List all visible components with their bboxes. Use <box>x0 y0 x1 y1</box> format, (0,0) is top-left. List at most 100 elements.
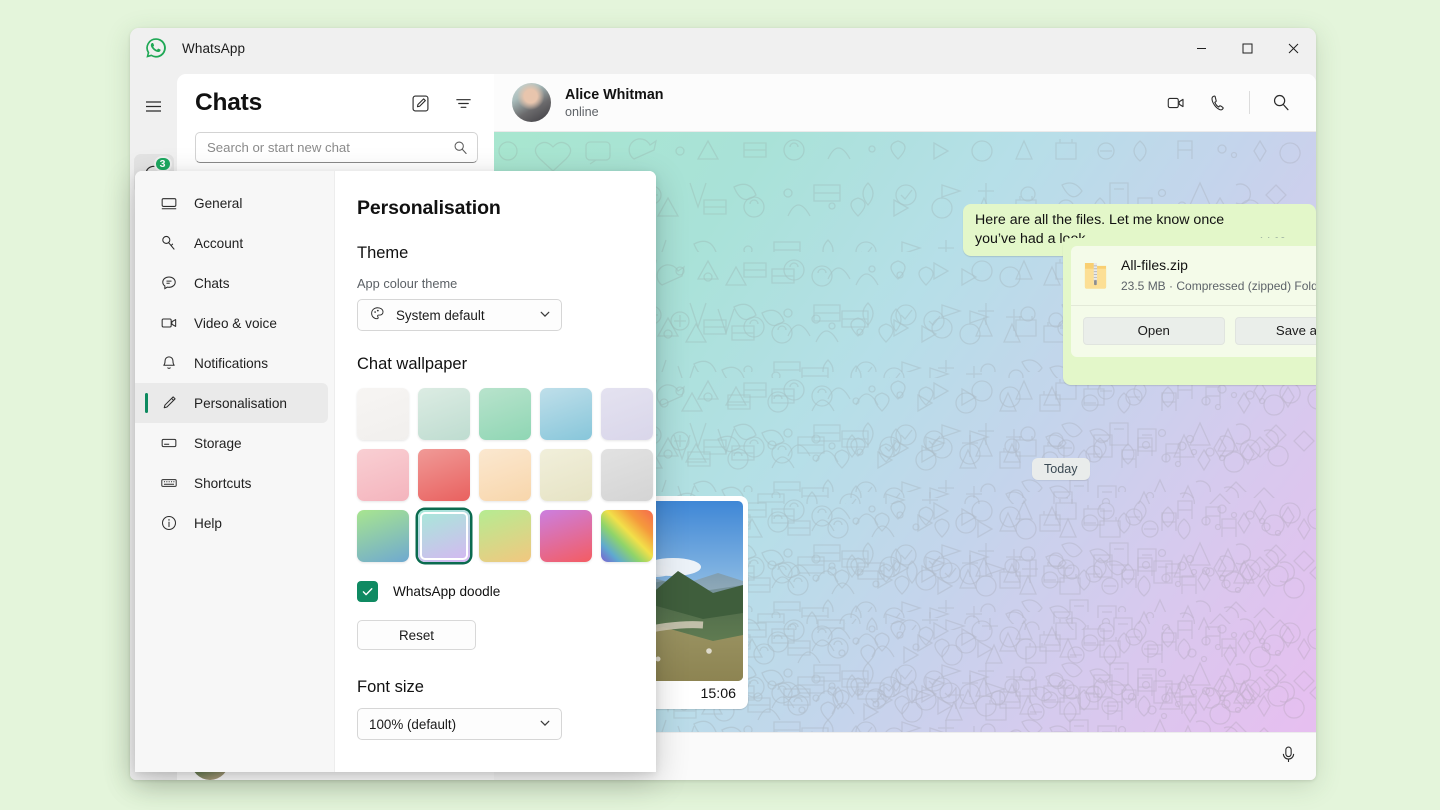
file-message-bubble: All-files.zip 23.5 MB · Compressed (zipp… <box>1063 238 1316 385</box>
wallpaper-swatch-light-grey[interactable] <box>601 449 653 501</box>
sidebar-item-personalisation[interactable]: Personalisation <box>135 383 328 423</box>
drive-icon <box>159 433 179 453</box>
search-icon <box>453 140 468 155</box>
chevron-down-icon <box>539 308 551 323</box>
wallpaper-swatch-green-blue[interactable] <box>357 510 409 562</box>
wallpaper-swatch-lavender[interactable] <box>601 388 653 440</box>
sidebar-item-label: Shortcuts <box>194 476 251 491</box>
font-size-dropdown[interactable]: 100% (default) <box>357 708 562 740</box>
whatsapp-logo-icon <box>144 36 168 60</box>
minimize-button[interactable] <box>1178 28 1224 68</box>
video-camera-icon <box>159 313 179 333</box>
sidebar-item-label: Personalisation <box>194 396 287 411</box>
video-call-icon <box>1166 93 1186 113</box>
wallpaper-swatch-sky-blue[interactable] <box>540 388 592 440</box>
contact-status: online <box>565 105 664 119</box>
search-in-chat-icon <box>1272 93 1291 112</box>
whatsapp-doodle-checkbox[interactable] <box>357 581 378 602</box>
sidebar-item-help[interactable]: Help <box>135 503 328 543</box>
app-colour-theme-dropdown[interactable]: System default <box>357 299 562 331</box>
bell-icon <box>159 353 179 373</box>
check-icon <box>361 585 374 598</box>
settings-nav: General Account Chats Video & voice <box>135 171 335 772</box>
personalisation-panel: Personalisation Theme App colour theme S… <box>335 171 656 772</box>
wallpaper-swatch-rainbow[interactable] <box>601 510 653 562</box>
microphone-icon <box>1279 745 1298 764</box>
message-meta: 14:04 ✓✓ <box>1071 357 1316 381</box>
key-icon <box>159 233 179 253</box>
message-time: 15:06 <box>700 686 736 702</box>
file-header: All-files.zip 23.5 MB · Compressed (zipp… <box>1083 256 1316 305</box>
sidebar-item-label: Notifications <box>194 356 268 371</box>
doodle-row[interactable]: WhatsApp doodle <box>357 581 632 602</box>
open-file-button[interactable]: Open <box>1083 317 1225 345</box>
wallpaper-heading: Chat wallpaper <box>357 355 632 374</box>
window-controls <box>1178 28 1316 68</box>
title-bar: WhatsApp <box>130 28 1316 68</box>
wallpaper-swatch-blush-pink[interactable] <box>357 449 409 501</box>
wallpaper-swatch-magenta-rose[interactable] <box>540 510 592 562</box>
sidebar-item-notifications[interactable]: Notifications <box>135 343 328 383</box>
info-circle-icon <box>159 513 179 533</box>
maximize-button[interactable] <box>1224 28 1270 68</box>
paintbrush-icon <box>159 393 179 413</box>
file-attachment: All-files.zip 23.5 MB · Compressed (zipp… <box>1071 246 1316 357</box>
doodle-label: WhatsApp doodle <box>393 584 500 599</box>
wallpaper-swatch-cream[interactable] <box>540 449 592 501</box>
zip-folder-icon <box>1083 260 1108 291</box>
filter-icon <box>454 94 473 113</box>
keyboard-icon <box>159 473 179 493</box>
wallpaper-swatch-teal-lilac[interactable] <box>418 510 470 562</box>
sidebar-item-chats[interactable]: Chats <box>135 263 328 303</box>
hamburger-menu-button[interactable] <box>134 86 174 126</box>
sidebar-item-shortcuts[interactable]: Shortcuts <box>135 463 328 503</box>
chat-list-header: Chats <box>177 74 494 118</box>
contact-info: Alice Whitman online <box>565 87 664 119</box>
wallpaper-swatch-grid <box>357 388 632 562</box>
wallpaper-swatch-pale-mint[interactable] <box>418 388 470 440</box>
reset-button[interactable]: Reset <box>357 620 476 650</box>
font-size-value: 100% (default) <box>369 717 456 732</box>
file-actions: Open Save as... <box>1083 306 1316 357</box>
wallpaper-swatch-lime-peach[interactable] <box>479 510 531 562</box>
video-call-button[interactable] <box>1161 88 1191 118</box>
sidebar-item-video-voice[interactable]: Video & voice <box>135 303 328 343</box>
wallpaper-swatch-coral-red[interactable] <box>418 449 470 501</box>
voice-record-button[interactable] <box>1279 745 1298 769</box>
theme-field-label: App colour theme <box>357 276 632 291</box>
sidebar-item-storage[interactable]: Storage <box>135 423 328 463</box>
screen: WhatsApp <box>0 0 1440 810</box>
wallpaper-swatch-off-white[interactable] <box>357 388 409 440</box>
monitor-icon <box>159 193 179 213</box>
hamburger-menu-icon <box>144 97 163 116</box>
voice-call-icon <box>1208 93 1228 113</box>
unread-badge: 3 <box>154 156 172 172</box>
voice-call-button[interactable] <box>1203 88 1233 118</box>
sidebar-item-label: Storage <box>194 436 242 451</box>
new-chat-button[interactable] <box>405 88 435 118</box>
font-size-heading: Font size <box>357 678 632 697</box>
sidebar-item-general[interactable]: General <box>135 183 328 223</box>
save-as-button[interactable]: Save as... <box>1235 317 1317 345</box>
panel-title: Personalisation <box>357 197 632 220</box>
sidebar-item-label: Help <box>194 516 222 531</box>
theme-value: System default <box>396 308 485 323</box>
file-details: All-files.zip 23.5 MB · Compressed (zipp… <box>1121 256 1316 294</box>
file-name: All-files.zip <box>1121 256 1316 275</box>
contact-avatar[interactable] <box>512 83 551 122</box>
sidebar-item-label: General <box>194 196 242 211</box>
filter-chats-button[interactable] <box>448 88 478 118</box>
sidebar-item-account[interactable]: Account <box>135 223 328 263</box>
palette-icon <box>369 305 386 325</box>
search-input[interactable] <box>207 140 453 155</box>
theme-heading: Theme <box>357 244 632 263</box>
wallpaper-swatch-mint-green[interactable] <box>479 388 531 440</box>
compose-new-chat-icon <box>411 94 430 113</box>
search-box[interactable] <box>195 132 478 163</box>
wallpaper-swatch-peach[interactable] <box>479 449 531 501</box>
sidebar-item-label: Chats <box>194 276 230 291</box>
close-button[interactable] <box>1270 28 1316 68</box>
chevron-down-icon <box>539 717 551 732</box>
search-in-chat-button[interactable] <box>1266 88 1296 118</box>
chat-list-actions <box>405 88 478 118</box>
